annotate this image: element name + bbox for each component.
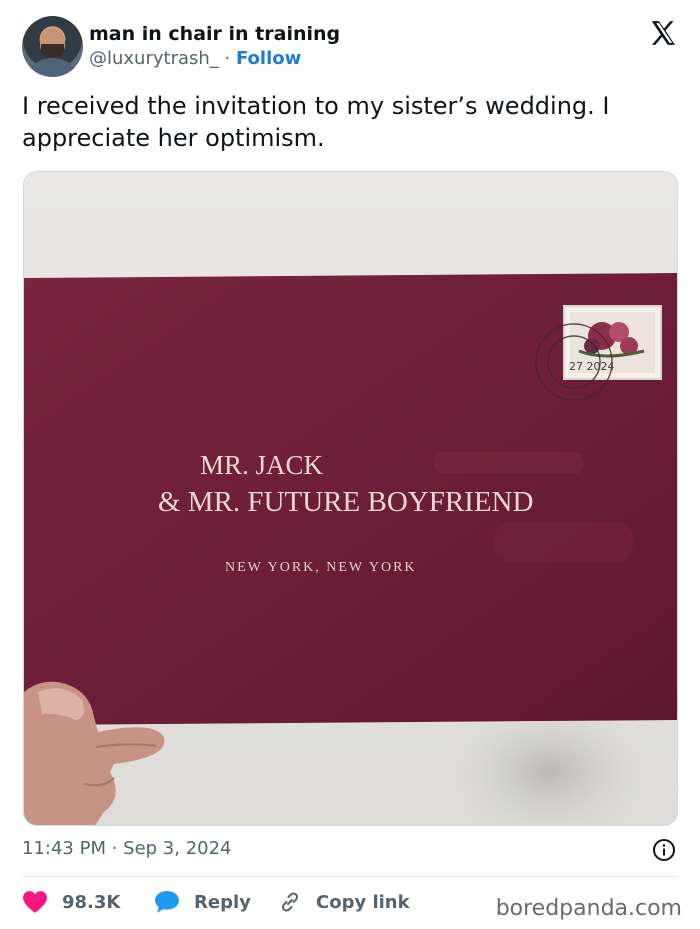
- post-image[interactable]: 27 2024 MR. JACK & MR. FUTURE BOYFRIEND …: [23, 171, 678, 826]
- x-logo-icon[interactable]: [648, 18, 678, 48]
- link-icon: [281, 892, 299, 912]
- handle-separator: ·: [218, 48, 236, 69]
- user-handle[interactable]: @luxurytrash_: [89, 48, 219, 69]
- avatar-beard: [41, 44, 64, 58]
- smudge-2: [494, 522, 634, 562]
- smudge: [434, 452, 584, 474]
- heart-icon: [23, 891, 47, 913]
- handle-row: @luxurytrash_ · Follow: [89, 48, 301, 69]
- postmark-date: 27 2024: [569, 360, 615, 373]
- post-header: man in chair in training @luxurytrash_ ·…: [22, 16, 682, 78]
- envelope-photo: 27 2024 MR. JACK & MR. FUTURE BOYFRIEND …: [24, 172, 677, 825]
- watermark: boredpanda.com: [495, 896, 682, 921]
- reply-label: Reply: [194, 891, 251, 913]
- info-icon[interactable]: [652, 838, 676, 862]
- envelope-line-2: & MR. FUTURE BOYFRIEND: [158, 486, 533, 518]
- avatar[interactable]: [22, 16, 83, 77]
- follow-button[interactable]: Follow: [236, 48, 301, 69]
- like-button[interactable]: 98.3K: [22, 886, 120, 918]
- copy-link-label: Copy link: [316, 891, 410, 913]
- reply-button[interactable]: Reply: [154, 886, 251, 918]
- speech-bubble-icon: [155, 891, 179, 913]
- display-name[interactable]: man in chair in training: [89, 23, 340, 45]
- like-count: 98.3K: [62, 891, 121, 913]
- tweet-text: I received the invitation to my sister’s…: [22, 92, 610, 152]
- post-timestamp[interactable]: 11:43 PM · Sep 3, 2024: [22, 838, 232, 859]
- copy-link-button[interactable]: Copy link: [278, 886, 410, 918]
- envelope-line-1: MR. JACK: [200, 450, 324, 480]
- envelope-line-3: NEW YORK, NEW YORK: [225, 560, 417, 575]
- avatar-shirt: [30, 58, 75, 77]
- divider: [22, 876, 678, 877]
